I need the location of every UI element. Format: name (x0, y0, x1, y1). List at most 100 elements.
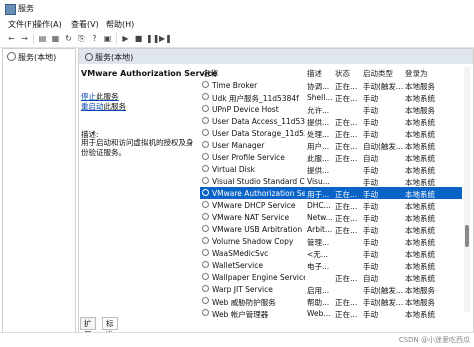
menu-action[interactable]: 操作(A) (34, 19, 62, 30)
cell-logon: 本地系统 (405, 213, 435, 223)
gear-icon (202, 93, 209, 100)
vertical-scrollbar[interactable] (464, 67, 470, 312)
table-row[interactable]: VMware NAT Service Netw... 正在... 手动 本地系统 (200, 211, 462, 223)
cell-logon: 本地系统 (405, 201, 435, 211)
table-row[interactable]: VMware USB Arbitration S...Arbit...正在...… (200, 223, 462, 235)
tab-standard[interactable]: 标准 (102, 317, 118, 339)
table-row[interactable]: Warp JIT Service 启用... 手动(触发... 本地服务 (200, 283, 462, 295)
cell-status: 正在... (335, 297, 358, 307)
pause-icon[interactable]: ❚❚ (146, 33, 159, 44)
cell-desc: 允许... (307, 105, 330, 115)
cell-desc: 协调... (307, 81, 330, 91)
gear-icon (202, 105, 209, 112)
menu-help[interactable]: 帮助(H) (106, 19, 134, 30)
gear-icon (202, 273, 209, 280)
tree-node-label: 服务(本地) (18, 53, 57, 62)
cell-status: 正在... (335, 273, 358, 283)
cell-status: 正在... (335, 213, 358, 223)
gear-icon (202, 81, 209, 88)
restart-service-link-line: 重启动此服务 (81, 101, 126, 112)
cell-startup: 手动 (363, 189, 378, 199)
gear-icon (202, 285, 209, 292)
cell-startup: 手动(触发... (363, 285, 403, 295)
stop-icon[interactable]: ■ (133, 33, 144, 44)
table-row[interactable]: Volume Shadow Copy 管理... 手动 本地系统 (200, 235, 462, 247)
selected-service-name: VMware Authorization Service (81, 69, 218, 78)
scrollbar-thumb[interactable] (465, 225, 469, 247)
toolbar: ← → ▤ ▦ ↻ ⎘ ? ▣ ▶ ■ ❚❚ ▶❚ (0, 31, 474, 48)
stop-service-link[interactable]: 停止 (81, 92, 96, 101)
cell-name: Warp JIT Service (212, 284, 273, 294)
console-tree-icon[interactable]: ▤ (37, 33, 48, 44)
menu-file[interactable]: 文件(F) (8, 19, 35, 30)
gear-icon (202, 249, 209, 256)
window-title: 服务 (18, 4, 34, 13)
column-header-status[interactable]: 状态 (335, 68, 350, 79)
gear-icon (202, 213, 209, 220)
restart-icon[interactable]: ▶❚ (159, 33, 172, 44)
table-row[interactable]: Udk 用户服务_11d5384f Shell... 正在... 手动 本地系统 (200, 91, 462, 103)
cell-desc: Web... (307, 308, 331, 318)
cell-name: Wallpaper Engine Service (212, 272, 305, 282)
table-row[interactable]: VMware DHCP Service DHC... 正在... 手动 本地系统 (200, 199, 462, 211)
cell-desc: 处理... (307, 129, 330, 139)
table-row[interactable]: Virtual Disk 提供... 手动 本地系统 (200, 163, 462, 175)
cell-status: 正在... (335, 129, 358, 139)
cell-status: 正在... (335, 93, 358, 103)
back-arrow-icon[interactable]: ← (6, 33, 17, 44)
restart-service-link[interactable]: 重启动 (81, 102, 104, 111)
cell-name: User Manager (212, 140, 265, 150)
cell-status: 正在... (335, 141, 358, 151)
table-row[interactable]: User Manager 用户... 正在... 自动(触发... 本地系统 (200, 139, 462, 151)
cell-startup: 手动(触发... (363, 297, 403, 307)
column-header-log-on-as[interactable]: 登录为 (405, 68, 428, 79)
table-row[interactable]: Wallpaper Engine Service 正在... 自动 本地系统 (200, 271, 462, 283)
cell-name: Visual Studio Standard Coll... (212, 176, 305, 186)
table-header: 名称 描述 状态 启动类型 登录为 (200, 67, 462, 78)
stop-service-text: 此服务 (96, 92, 119, 101)
refresh-icon[interactable]: ↻ (63, 33, 74, 44)
table-row[interactable]: Web 帐户管理器 Web... 正在... 手动 本地系统 (200, 307, 462, 319)
cell-startup: 手动(触发... (363, 81, 403, 91)
cell-name: VMware Authorization Ser... (212, 188, 305, 198)
cell-startup: 手动 (363, 237, 378, 247)
table-row[interactable]: User Data Storage_11d5384f处理... 正在... 手动 本地… (200, 127, 462, 139)
cell-startup: 手动 (363, 177, 378, 187)
table-row[interactable]: Web 威胁防护服务 帮助... 正在... 手动(触发... 本地服务 (200, 295, 462, 307)
table-row[interactable]: Time Broker 协调... 正在... 手动(触发... 本地服务 (200, 79, 462, 91)
cell-startup: 手动 (363, 261, 378, 271)
table-row[interactable]: WalletService 电子... 手动 本地系统 (200, 259, 462, 271)
table-row[interactable]: User Data Access_11d5384f提供... 正在... 手动 本地系… (200, 115, 462, 127)
cell-logon: 本地系统 (405, 273, 435, 283)
cell-name: Web 威胁防护服务 (212, 297, 276, 307)
table-row[interactable]: WaaSMedicSvc <无... 手动 本地系统 (200, 247, 462, 259)
help-icon[interactable]: ? (89, 33, 100, 44)
cell-name: Udk 用户服务_11d5384f (212, 93, 299, 103)
menu-view[interactable]: 查看(V) (71, 19, 99, 30)
play-icon[interactable]: ▶ (120, 33, 131, 44)
table-row[interactable]: VMware Authorization Ser...用于... 正在... 手动 本… (200, 187, 462, 199)
cell-desc: Shell... (307, 92, 333, 102)
cell-desc: 提供... (307, 165, 330, 175)
cell-desc: Arbit... (307, 224, 333, 234)
column-header-description[interactable]: 描述 (307, 68, 322, 79)
column-header-name[interactable]: 名称 (203, 68, 218, 79)
properties-icon[interactable]: ▦ (50, 33, 61, 44)
gear-icon (202, 261, 209, 268)
table-row[interactable]: Visual Studio Standard Coll...Visu... 手动 本… (200, 175, 462, 187)
cell-desc: 启用... (307, 285, 330, 295)
cell-logon: 本地系统 (405, 177, 435, 187)
forward-arrow-icon[interactable]: → (19, 33, 30, 44)
description-text: 用于启动和访问虚拟机的授权及身份验证服务。 (81, 138, 194, 157)
table-row[interactable]: User Profile Service 此服... 正在... 自动 本地系统 (200, 151, 462, 163)
table-row[interactable]: UPnP Device Host 允许... 手动 本地服务 (200, 103, 462, 115)
cell-name: WalletService (212, 260, 263, 270)
console-icon[interactable]: ▣ (102, 33, 113, 44)
cell-desc: 帮助... (307, 297, 330, 307)
cell-logon: 本地系统 (405, 309, 435, 319)
gear-icon (7, 52, 16, 61)
export-icon[interactable]: ⎘ (76, 33, 87, 44)
column-header-startup-type[interactable]: 启动类型 (363, 68, 393, 79)
tab-extended[interactable]: 扩展 (80, 317, 96, 339)
tree-node-services-local[interactable]: 服务(本地) (7, 52, 56, 63)
